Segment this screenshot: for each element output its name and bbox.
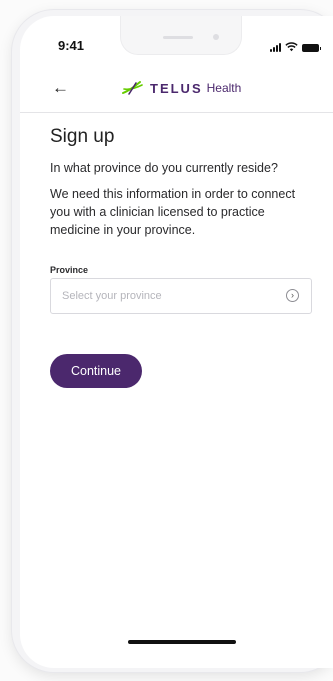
status-icons: [270, 40, 321, 52]
chevron-right-circle-icon: ›: [286, 289, 299, 302]
back-arrow-icon[interactable]: ←: [52, 78, 69, 98]
device-notch: [120, 16, 242, 55]
province-question: In what province do you currently reside…: [50, 161, 278, 175]
device-frame-background: 9:41 ← TELUS Health Sign up In what prov…: [0, 0, 333, 681]
status-time: 9:41: [58, 38, 85, 53]
province-field-label: Province: [50, 265, 89, 275]
speaker-grille: [163, 36, 193, 39]
navigation-bar: ← TELUS Health: [20, 66, 333, 113]
status-bar: 9:41: [20, 16, 333, 66]
continue-button[interactable]: Continue: [50, 354, 142, 388]
telus-health-logo: TELUS Health: [120, 76, 241, 100]
logo-wordmark: TELUS: [150, 80, 203, 96]
app-screen: 9:41 ← TELUS Health Sign up In what prov…: [20, 16, 333, 668]
signal-icon: [270, 42, 281, 52]
page-title: Sign up: [50, 126, 115, 147]
province-select[interactable]: Select your province ›: [50, 278, 312, 314]
province-placeholder: Select your province: [62, 290, 162, 302]
wifi-icon: [285, 42, 298, 52]
signup-content: Sign up In what province do you currentl…: [50, 126, 310, 239]
telus-critter-icon: [122, 81, 143, 95]
front-camera: [213, 34, 219, 40]
logo-subtitle: Health: [206, 81, 242, 95]
home-indicator: [128, 640, 236, 644]
province-explanation: We need this information in order to con…: [50, 187, 296, 237]
battery-icon: [302, 44, 321, 52]
